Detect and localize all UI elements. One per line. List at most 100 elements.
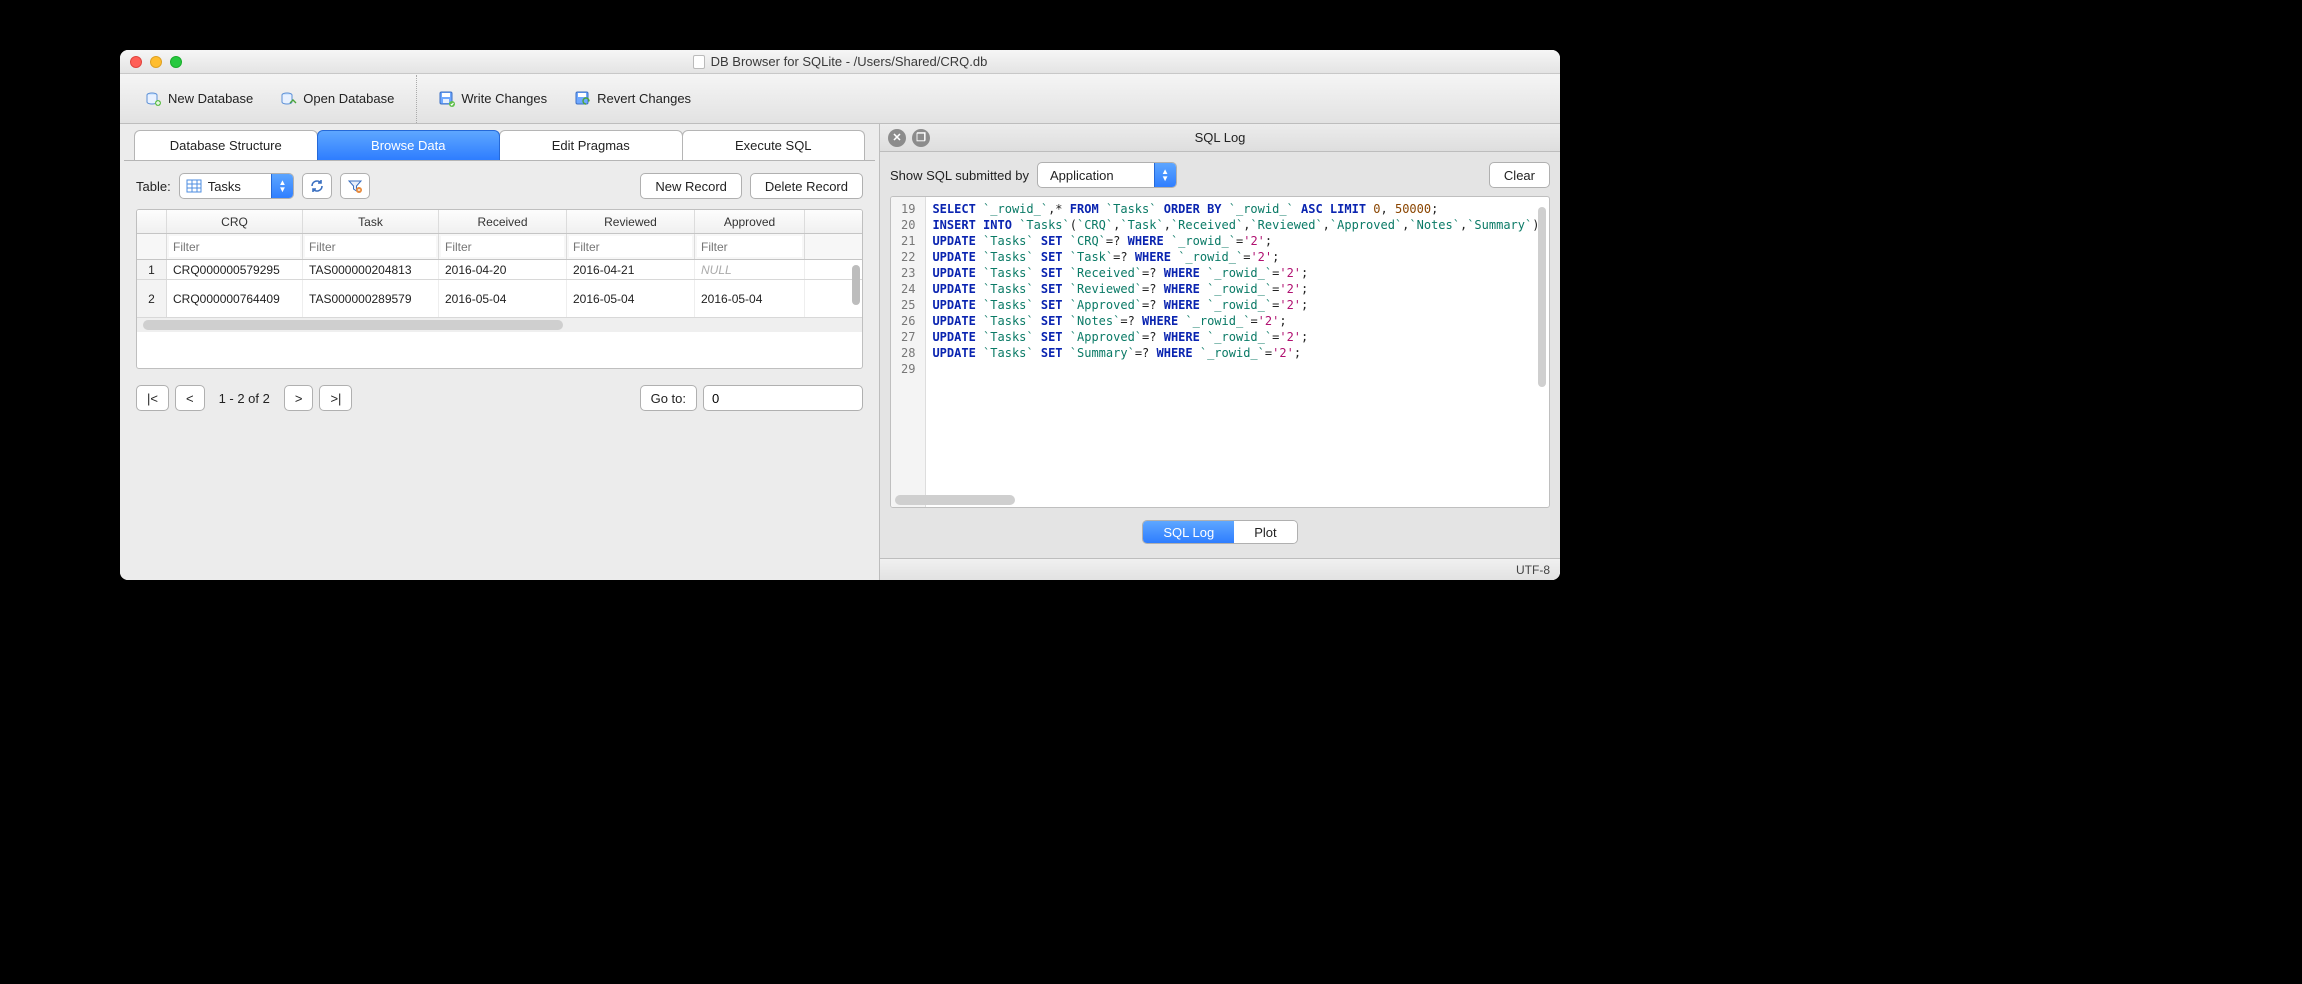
select-arrows-icon: ▲▼ <box>1154 162 1176 188</box>
filter-clear-icon <box>347 178 363 194</box>
table-row[interactable]: 1 CRQ000000579295 TAS000000204813 2016-0… <box>137 260 862 280</box>
app-window: DB Browser for SQLite - /Users/Shared/CR… <box>120 50 1560 580</box>
data-table: CRQ Task Received Reviewed Approved <box>136 209 863 369</box>
save-icon <box>439 91 455 107</box>
header-approved[interactable]: Approved <box>695 210 805 233</box>
log-sub-tabs: SQL Log Plot <box>890 516 1550 548</box>
titlebar: DB Browser for SQLite - /Users/Shared/CR… <box>120 50 1560 74</box>
refresh-icon <box>309 178 325 194</box>
right-pane: ✕ ❐ SQL Log Show SQL submitted by Applic… <box>880 124 1560 580</box>
page-first-button[interactable]: |< <box>136 385 169 411</box>
filter-received[interactable] <box>441 236 564 257</box>
log-line-gutter: 1920212223242526272829 <box>891 197 926 507</box>
tab-edit-pragmas[interactable]: Edit Pragmas <box>499 130 683 160</box>
panel-title: SQL Log <box>880 130 1560 145</box>
window-title-text: DB Browser for SQLite - /Users/Shared/CR… <box>711 54 988 69</box>
toolbar-separator <box>416 75 417 123</box>
table-select[interactable]: Tasks ▲▼ <box>179 173 294 199</box>
page-range-text: 1 - 2 of 2 <box>211 391 278 406</box>
paginator: |< < 1 - 2 of 2 > >| Go to: <box>136 385 863 411</box>
sql-source-value: Application <box>1044 168 1154 183</box>
goto-input[interactable] <box>703 385 863 411</box>
page-prev-button[interactable]: < <box>175 385 205 411</box>
revert-changes-button[interactable]: Revert Changes <box>575 91 691 107</box>
file-icon <box>693 55 705 69</box>
show-sql-label: Show SQL submitted by <box>890 168 1029 183</box>
sql-log-panel-body: Show SQL submitted by Application ▲▼ Cle… <box>880 152 1560 558</box>
clear-log-button[interactable]: Clear <box>1489 162 1550 188</box>
body-split: Database Structure Browse Data Edit Prag… <box>120 124 1560 580</box>
left-pane: Database Structure Browse Data Edit Prag… <box>120 124 880 580</box>
window-controls <box>130 56 182 68</box>
header-received[interactable]: Received <box>439 210 567 233</box>
subtab-plot[interactable]: Plot <box>1234 521 1296 543</box>
cell-task[interactable]: TAS000000289579 <box>303 280 439 317</box>
log-v-scrollbar[interactable] <box>1538 207 1546 387</box>
page-next-button[interactable]: > <box>284 385 314 411</box>
refresh-button[interactable] <box>302 173 332 199</box>
table-v-scrollbar[interactable] <box>852 265 860 305</box>
zoom-window-button[interactable] <box>170 56 182 68</box>
tab-database-structure[interactable]: Database Structure <box>134 130 318 160</box>
main-tabbar: Database Structure Browse Data Edit Prag… <box>120 124 879 160</box>
window-title: DB Browser for SQLite - /Users/Shared/CR… <box>120 54 1560 69</box>
header-reviewed[interactable]: Reviewed <box>567 210 695 233</box>
cell-task[interactable]: TAS000000204813 <box>303 260 439 279</box>
delete-record-button[interactable]: Delete Record <box>750 173 863 199</box>
sql-log-view[interactable]: 1920212223242526272829 SELECT `_rowid_`,… <box>890 196 1550 508</box>
log-h-scrollbar[interactable] <box>895 495 1535 505</box>
new-database-icon <box>146 91 162 107</box>
new-database-button[interactable]: New Database <box>146 91 253 107</box>
cell-crq[interactable]: CRQ000000764409 <box>167 280 303 317</box>
filter-approved[interactable] <box>697 236 802 257</box>
filter-task[interactable] <box>305 236 436 257</box>
table-icon <box>186 178 202 194</box>
header-rownum <box>137 210 167 233</box>
open-database-icon <box>281 91 297 107</box>
table-select-value: Tasks <box>202 179 271 194</box>
select-arrows-icon: ▲▼ <box>271 173 293 199</box>
cell-reviewed[interactable]: 2016-05-04 <box>567 280 695 317</box>
cell-approved[interactable]: 2016-05-04 <box>695 280 805 317</box>
log-lines: SELECT `_rowid_`,* FROM `Tasks` ORDER BY… <box>926 197 1549 507</box>
table-row[interactable]: 2 CRQ000000764409 TAS000000289579 2016-0… <box>137 280 862 318</box>
revert-changes-label: Revert Changes <box>597 91 691 106</box>
undock-panel-button[interactable]: ❐ <box>912 129 930 147</box>
minimize-window-button[interactable] <box>150 56 162 68</box>
write-changes-button[interactable]: Write Changes <box>439 91 547 107</box>
sql-log-controls: Show SQL submitted by Application ▲▼ Cle… <box>890 162 1550 188</box>
table-filter-row <box>137 234 862 260</box>
table-h-scrollbar[interactable] <box>137 318 862 332</box>
cell-reviewed[interactable]: 2016-04-21 <box>567 260 695 279</box>
revert-icon <box>575 91 591 107</box>
cell-approved[interactable]: NULL <box>695 260 805 279</box>
table-label: Table: <box>136 179 171 194</box>
rownum-cell: 1 <box>137 260 167 279</box>
open-database-button[interactable]: Open Database <box>281 91 394 107</box>
sql-log-panel-header: ✕ ❐ SQL Log <box>880 124 1560 152</box>
page-last-button[interactable]: >| <box>319 385 352 411</box>
browse-data-panel: Table: Tasks ▲▼ New Record Delete Record <box>124 160 875 576</box>
close-window-button[interactable] <box>130 56 142 68</box>
cell-received[interactable]: 2016-05-04 <box>439 280 567 317</box>
header-task[interactable]: Task <box>303 210 439 233</box>
clear-filters-button[interactable] <box>340 173 370 199</box>
tab-browse-data[interactable]: Browse Data <box>317 130 501 160</box>
tab-execute-sql[interactable]: Execute SQL <box>682 130 866 160</box>
subtab-sql-log[interactable]: SQL Log <box>1143 521 1234 543</box>
rownum-cell: 2 <box>137 280 167 317</box>
open-database-label: Open Database <box>303 91 394 106</box>
sql-source-select[interactable]: Application ▲▼ <box>1037 162 1177 188</box>
cell-crq[interactable]: CRQ000000579295 <box>167 260 303 279</box>
cell-received[interactable]: 2016-04-20 <box>439 260 567 279</box>
write-changes-label: Write Changes <box>461 91 547 106</box>
goto-label: Go to: <box>640 385 697 411</box>
table-controls: Table: Tasks ▲▼ New Record Delete Record <box>136 173 863 199</box>
filter-crq[interactable] <box>169 236 300 257</box>
filter-reviewed[interactable] <box>569 236 692 257</box>
new-record-button[interactable]: New Record <box>640 173 742 199</box>
main-toolbar: New Database Open Database Write Changes… <box>120 74 1560 124</box>
close-panel-button[interactable]: ✕ <box>888 129 906 147</box>
header-crq[interactable]: CRQ <box>167 210 303 233</box>
encoding-indicator[interactable]: UTF-8 <box>1516 563 1550 577</box>
